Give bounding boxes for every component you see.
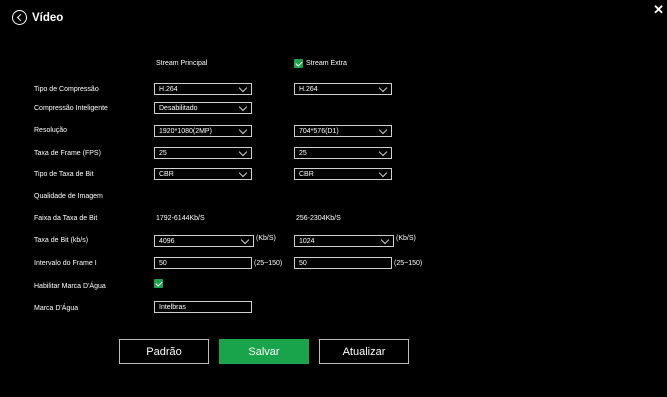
page-title: Vídeo [32,11,64,24]
chevron-down-icon [238,147,248,157]
label-compression: Tipo de Compressão [34,86,99,93]
extra-bitrate-unit: (Kb/S) [396,235,416,242]
chevron-down-icon [240,235,250,245]
label-watermark: Marca D'Água [34,305,79,312]
main-iframe-range: (25~150) [254,260,283,267]
extra-resolution-select[interactable]: 704*576(D1) [294,125,392,137]
main-bitrate-range: 1792-6144Kb/S [156,215,205,222]
label-bitrate-range: Faixa da Taxa de Bit [34,215,98,222]
chevron-down-icon [238,102,248,112]
chevron-down-icon [378,83,388,93]
save-button[interactable]: Salvar [219,339,309,364]
chevron-down-icon [378,168,388,178]
main-iframe-interval-input[interactable]: 50 [154,257,252,269]
main-bitrate-select[interactable]: 4096 [154,235,254,247]
main-resolution-select[interactable]: 1920*1080(2MP) [154,125,252,137]
extra-frame-rate-select[interactable]: 25 [294,147,392,159]
chevron-down-icon [238,83,248,93]
chevron-down-icon [378,147,388,157]
label-image-quality: Qualidade de Imagem [34,193,103,200]
watermark-text-input[interactable]: Intelbras [154,301,252,313]
label-smart-compression: Compressão Inteligente [34,105,108,112]
column-header-extra: Stream Extra [306,60,347,67]
extra-bitrate-range: 256-2304Kb/S [296,215,341,222]
main-frame-rate-select[interactable]: 25 [154,147,252,159]
main-compression-select[interactable]: H.264 [154,83,252,95]
back-icon[interactable] [12,10,27,25]
default-button[interactable]: Padrão [119,339,209,364]
chevron-down-icon [378,125,388,135]
label-iframe-interval: Intervalo do Frame I [34,260,97,267]
chevron-down-icon [380,235,390,245]
main-smart-compression-select[interactable]: Desabilitado [154,102,252,114]
chevron-down-icon [238,125,248,135]
label-bitrate: Taxa de Bit (kb/s) [34,237,89,244]
page-header: Vídeo [12,10,63,25]
extra-bitrate-select[interactable]: 1024 [294,235,394,247]
watermark-checkbox[interactable] [154,279,163,288]
chevron-down-icon [238,168,248,178]
column-header-main: Stream Principal [156,60,208,67]
label-enable-watermark: Habilitar Marca D'Água [34,283,106,290]
label-resolution: Resolução [34,127,68,134]
extra-iframe-range: (25~150) [394,260,423,267]
main-bitrate-type-select[interactable]: CBR [154,168,252,180]
label-frame-rate: Taxa de Frame (FPS) [34,150,101,157]
close-icon[interactable]: ✕ [653,2,664,18]
refresh-button[interactable]: Atualizar [319,339,409,364]
stream-extra-checkbox[interactable] [294,59,303,68]
main-bitrate-unit: (Kb/S) [256,235,276,242]
label-bitrate-type: Tipo de Taxa de Bit [34,171,94,178]
extra-compression-select[interactable]: H.264 [294,83,392,95]
extra-bitrate-type-select[interactable]: CBR [294,168,392,180]
extra-iframe-interval-input[interactable]: 50 [294,257,392,269]
